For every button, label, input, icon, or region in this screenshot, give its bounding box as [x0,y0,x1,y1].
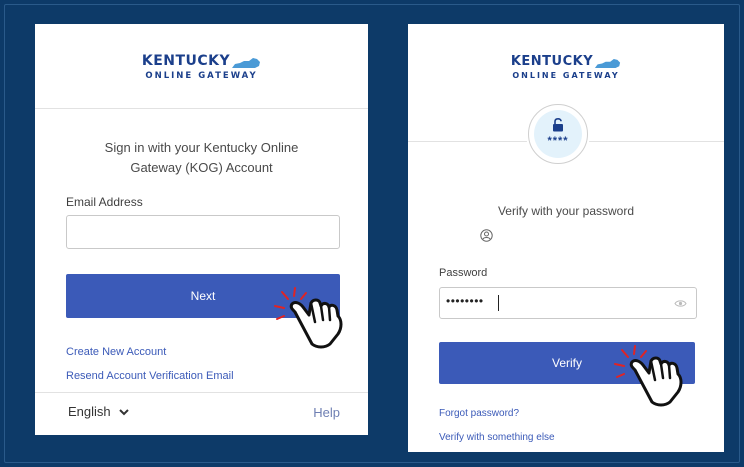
text-cursor [498,295,499,311]
kog-logo: KENTUCKY ONLINE GATEWAY [35,52,368,81]
language-value: English [68,404,111,419]
lock-open-icon [553,117,563,132]
password-field[interactable]: •••••••• [439,287,697,319]
password-value: •••••••• [446,294,484,308]
signin-heading-line2: Gateway (KOG) Account [130,160,273,175]
verify-heading: Verify with your password [497,204,635,218]
verify-card: KENTUCKY ONLINE GATEWAY **** Verify with… [408,24,724,452]
verify-other-link[interactable]: Verify with something else [439,432,555,443]
logo-kentucky-text: KENTUCKY [141,53,231,69]
pointer-hand-icon-2 [614,345,683,407]
chevron-down-icon [118,408,129,415]
email-field[interactable] [66,215,340,249]
logo-subtitle: ONLINE GATEWAY [145,71,258,81]
lock-mask-text: **** [547,135,569,147]
create-account-link[interactable]: Create New Account [66,346,166,358]
logo-subtitle-small: ONLINE GATEWAY [512,71,620,80]
kog-logo-small: KENTUCKY ONLINE GATEWAY [408,52,724,80]
user-icon [480,229,493,242]
kentucky-state-icon [232,58,261,68]
kentucky-state-icon-small [595,59,621,68]
signin-card: KENTUCKY ONLINE GATEWAY Sign in with you… [35,24,368,435]
signin-heading: Sign in with your Kentucky Online Gatewa… [35,138,368,178]
help-link[interactable]: Help [313,405,340,420]
logo-kentucky-text-small: KENTUCKY [510,54,594,69]
pointer-hand-icon [274,287,343,349]
lock-badge: **** [534,110,582,158]
show-password-eye-icon[interactable] [674,299,687,308]
email-label: Email Address [66,195,143,209]
header-divider [35,108,368,109]
signin-heading-line1: Sign in with your Kentucky Online [104,140,299,155]
footer-divider [35,392,368,393]
password-label: Password [439,267,488,279]
forgot-password-link[interactable]: Forgot password? [439,408,519,419]
language-select[interactable]: English [68,404,130,419]
resend-verification-link[interactable]: Resend Account Verification Email [66,370,234,382]
lock-badge-outer: **** [528,104,588,164]
